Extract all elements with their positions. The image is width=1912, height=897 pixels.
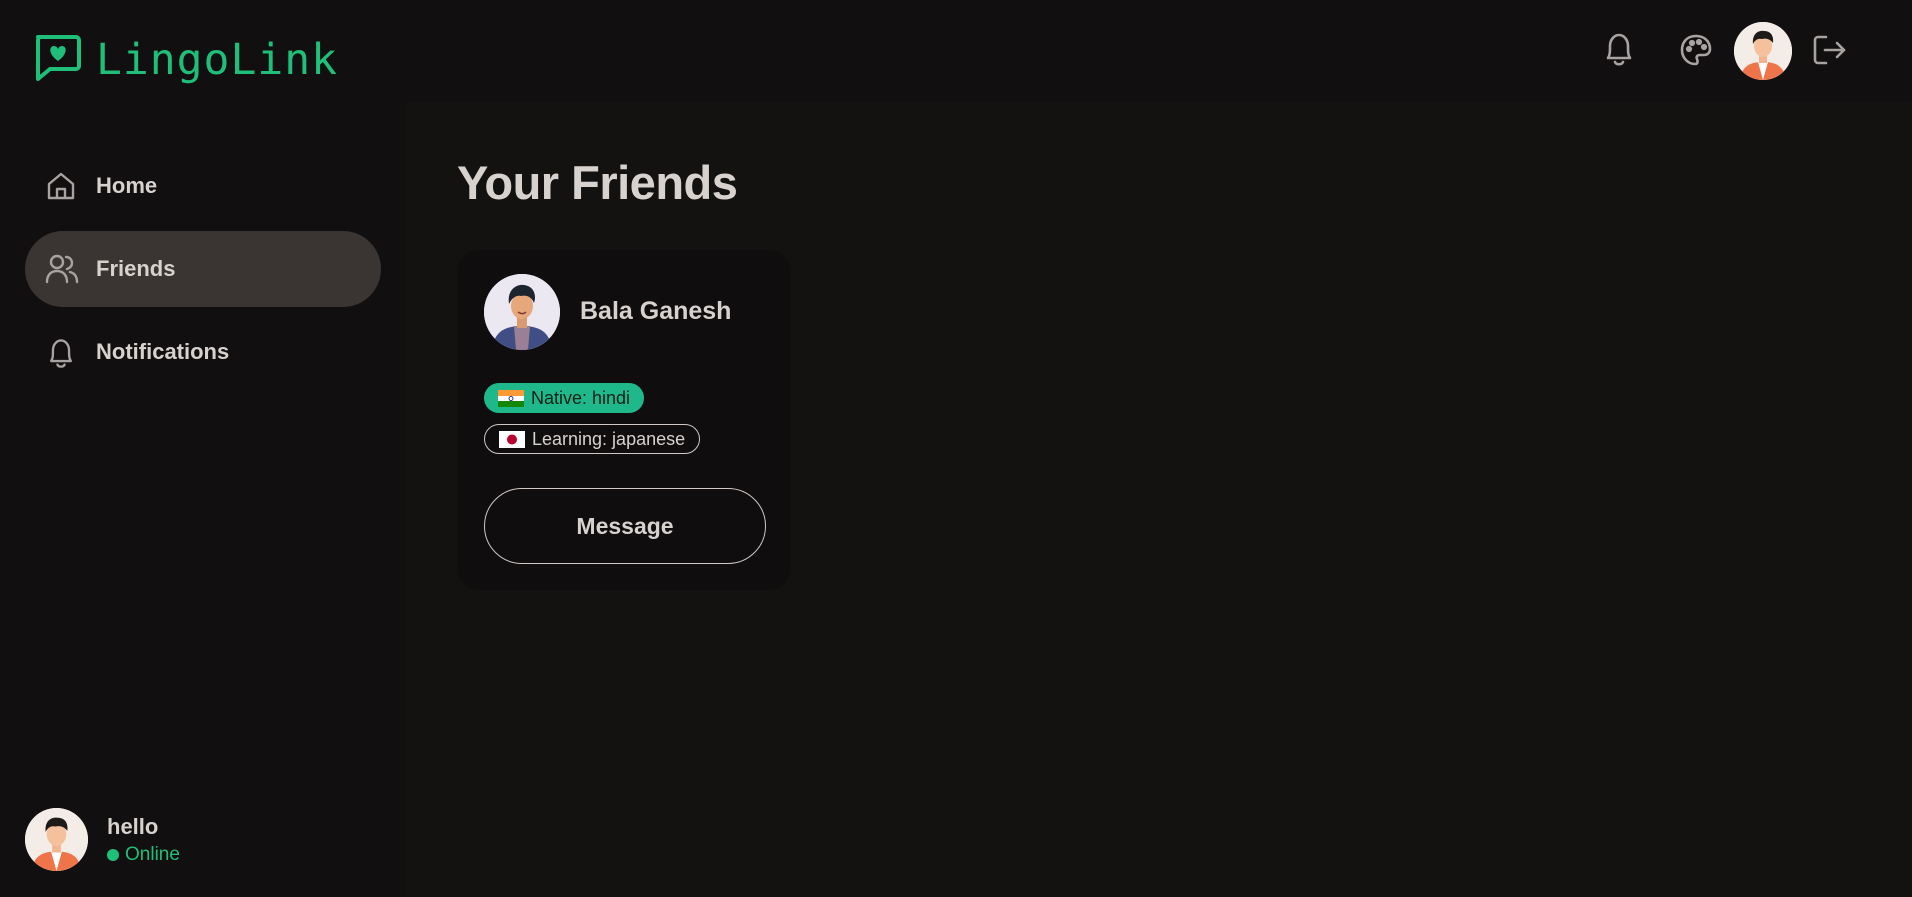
status-text: Online [125,844,180,865]
native-language-label: Native: hindi [531,387,631,408]
logo[interactable]: LingoLink [32,32,338,88]
palette-icon[interactable] [1679,33,1713,72]
logout-icon[interactable] [1812,33,1848,72]
user-avatar[interactable] [1734,22,1792,80]
chat-heart-icon [32,33,82,88]
user-name: hello [107,814,159,839]
sidebar-item-label: Home [96,173,158,198]
bell-icon[interactable] [1602,30,1636,73]
friend-name: Bala Ganesh [580,297,732,325]
avatar[interactable] [25,808,88,871]
sidebar-item-label: Notifications [96,339,230,364]
friend-card: Bala Ganesh Native: hindi Learning: japa… [458,250,790,590]
japan-flag-icon [499,430,525,448]
sidebar-item-friends[interactable]: Friends [25,231,381,307]
sidebar: Home Friends Notifications hello Online [0,102,406,897]
sidebar-item-notifications[interactable]: Notifications [25,314,381,390]
sidebar-item-label: Friends [96,256,176,281]
page-title: Your Friends [457,156,738,209]
users-icon [45,253,79,285]
india-flag-icon [498,389,524,407]
avatar [484,274,560,350]
native-language-badge: Native: hindi [484,383,645,413]
learning-language-badge: Learning: japanese [484,424,701,454]
home-icon [45,170,77,202]
top-bar: LingoLink [0,0,1912,102]
sidebar-item-home[interactable]: Home [25,148,381,224]
online-dot-icon [107,849,119,861]
message-button[interactable]: Message [484,488,766,564]
app-name: LingoLink [96,35,338,85]
bell-icon [45,336,77,368]
status-badge: Online [107,844,180,866]
learning-language-label: Learning: japanese [532,428,686,449]
